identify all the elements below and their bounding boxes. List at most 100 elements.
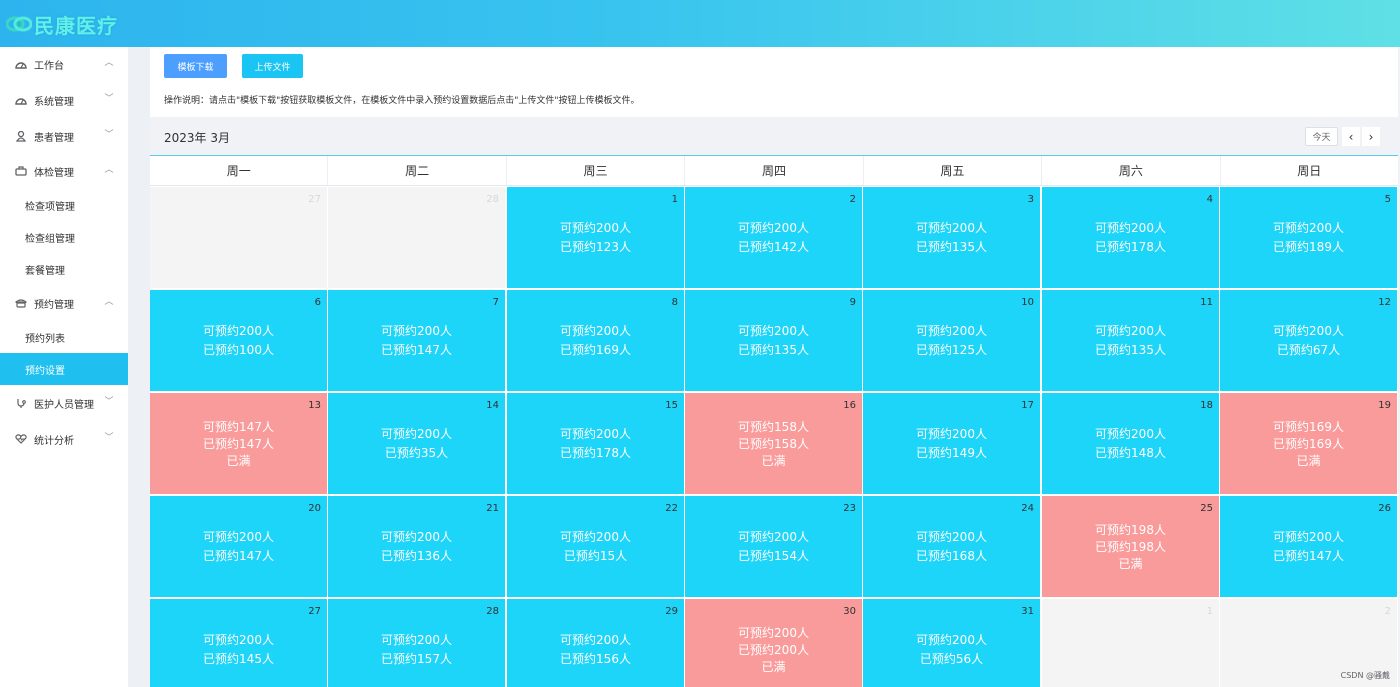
day-capacity-text: 可预约200人 [381, 324, 452, 338]
day-booked-text: 已预约100人 [203, 343, 274, 357]
calendar-day-cell[interactable]: 18 可预约200人 已预约148人 [1042, 393, 1220, 495]
calendar-day-cell[interactable]: 14 可预约200人 已预约35人 [328, 393, 506, 495]
calendar-day-cell[interactable]: 16 可预约158人 已预约158人 已满 [685, 393, 863, 495]
day-number: 11 [1200, 297, 1213, 308]
sidebar-item-statistics[interactable]: 统计分析 ﹀ [0, 423, 128, 455]
calendar-day-cell[interactable]: 11 可预约200人 已预约135人 [1042, 290, 1220, 392]
day-capacity-text: 可预约200人 [560, 324, 631, 338]
prev-month-button[interactable]: ‹ [1342, 127, 1360, 146]
calendar-day-cell[interactable]: 6 可预约200人 已预约100人 [150, 290, 328, 392]
chevron-down-icon: ﹀ [104, 433, 114, 443]
sidebar-item-label: 预约管理 [34, 299, 74, 311]
calendar-day-cell[interactable]: 7 可预约200人 已预约147人 [328, 290, 506, 392]
sidebar-subitem-check-items[interactable]: 检查项管理 [0, 189, 128, 221]
day-capacity-text: 可预约200人 [916, 530, 987, 544]
calendar-day-cell[interactable]: 28可预约200人已预约157人设置 [328, 599, 506, 687]
day-number: 30 [843, 606, 856, 617]
day-number: 2 [1384, 606, 1391, 617]
today-button[interactable]: 今天 [1305, 127, 1338, 146]
day-number: 28 [486, 606, 499, 617]
calendar-day-cell[interactable]: 25 可预约198人 已预约198人 已满 [1042, 496, 1220, 598]
sidebar-subitem-packages[interactable]: 套餐管理 [0, 253, 128, 285]
calendar-day-cell[interactable]: 20 可预约200人 已预约147人 [150, 496, 328, 598]
day-capacity-text: 可预约200人 [738, 626, 809, 640]
calendar-day-cell[interactable]: 27 [150, 187, 328, 289]
calendar-day-cell[interactable]: 17 可预约200人 已预约149人 [863, 393, 1041, 495]
calendar-day-cell[interactable]: 13 可预约147人 已预约147人 已满 [150, 393, 328, 495]
calendar-day-cell[interactable]: 10 可预约200人 已预约125人 [863, 290, 1041, 392]
upload-file-button[interactable]: 上传文件 [242, 54, 303, 78]
calendar-day-cell[interactable]: 5 可预约200人 已预约189人 [1220, 187, 1398, 289]
sidebar-item-medical-staff[interactable]: 医护人员管理 ﹀ [0, 387, 128, 419]
weekday-label: 周日 [1297, 164, 1322, 178]
day-reservation-info: 可预约200人 已预约123人 [507, 219, 684, 257]
day-reservation-info: 可预约200人 已预约136人 [328, 528, 505, 566]
calendar-day-cell[interactable]: 19 可预约169人 已预约169人 已满 [1220, 393, 1398, 495]
next-month-button[interactable]: › [1362, 127, 1380, 146]
day-number: 21 [486, 503, 499, 514]
calendar-day-cell[interactable]: 28 [328, 187, 506, 289]
day-booked-text: 已预约67人 [1276, 343, 1341, 357]
day-number: 7 [492, 297, 499, 308]
app-logo[interactable]: 民康医疗 [5, 10, 118, 38]
calendar-day-cell[interactable]: 29可预约200人已预约156人设置 [507, 599, 685, 687]
template-download-button[interactable]: 模板下载 [164, 54, 227, 78]
day-reservation-info: 可预约200人 已预约147人 [150, 528, 327, 566]
dashboard-icon [15, 94, 27, 106]
calendar-day-cell[interactable]: 26 可预约200人 已预约147人 [1220, 496, 1398, 598]
day-capacity-text: 可预约200人 [1095, 427, 1166, 441]
calendar-day-cell[interactable]: 12 可预约200人 已预约67人 [1220, 290, 1398, 392]
sidebar-subitem-reservation-list[interactable]: 预约列表 [0, 321, 128, 353]
calendar-day-cell[interactable]: 1 [1042, 599, 1220, 687]
phone-icon [15, 297, 27, 309]
calendar-day-cell[interactable]: 30可预约200人已预约200人已满设置 [685, 599, 863, 687]
calendar-day-cell[interactable]: 27可预约200人已预约145人设置 [150, 599, 328, 687]
reservation-calendar: 周一 周二 周三 周四 周五 周六 周日 27 28 1 可预约200人 已预约123人 2 可预约20… [150, 155, 1398, 687]
day-number: 18 [1200, 400, 1213, 411]
calendar-day-cell[interactable]: 23 可预约200人 已预约154人 [685, 496, 863, 598]
calendar-day-cell[interactable]: 9 可预约200人 已预约135人 [685, 290, 863, 392]
day-reservation-info: 可预约200人 已预约56人 [863, 631, 1040, 669]
day-number: 14 [486, 400, 499, 411]
day-number: 2 [849, 194, 856, 205]
weekday-label: 周五 [864, 156, 1043, 185]
calendar-day-cell[interactable]: 3 可预约200人 已预约135人 [863, 187, 1041, 289]
weekday-label: 周四 [685, 156, 864, 185]
day-capacity-text: 可预约200人 [1273, 221, 1344, 235]
day-status-text: 已满 [226, 454, 251, 468]
chevron-down-icon: ﹀ [104, 94, 114, 104]
calendar-day-cell[interactable]: 31可预约200人已预约56人设置 [863, 599, 1041, 687]
calendar-day-cell[interactable]: 4 可预约200人 已预约178人 [1042, 187, 1220, 289]
calendar-day-cell[interactable]: 24 可预约200人 已预约168人 [863, 496, 1041, 598]
day-reservation-info: 可预约200人 已预约148人 [1042, 425, 1219, 463]
day-number: 10 [1021, 297, 1034, 308]
sidebar-item-checkup[interactable]: 体检管理 ︿ [0, 155, 128, 187]
day-reservation-info: 可预约200人 已预约149人 [863, 425, 1040, 463]
day-booked-text: 已预约168人 [916, 549, 987, 563]
sidebar-item-label: 统计分析 [34, 435, 74, 447]
calendar-day-cell[interactable]: 15 可预约200人 已预约178人 [507, 393, 685, 495]
weekday-header: 周一 周二 周三 周四 周五 周六 周日 [150, 156, 1398, 186]
calendar-day-cell[interactable]: 22 可预约200人 已预约15人 [507, 496, 685, 598]
chevron-up-icon: ︿ [104, 165, 114, 175]
day-number: 15 [665, 400, 678, 411]
calendar-day-cell[interactable]: 2 可预约200人 已预约142人 [685, 187, 863, 289]
sidebar-subitem-check-groups[interactable]: 检查组管理 [0, 221, 128, 253]
sidebar-subitem-reservation-settings[interactable]: 预约设置 [0, 353, 128, 385]
day-capacity-text: 可预约200人 [1095, 221, 1166, 235]
sidebar-item-system[interactable]: 系统管理 ﹀ [0, 84, 128, 116]
day-reservation-info: 可预约169人 已预约169人 已满 [1220, 419, 1397, 470]
calendar-day-cell[interactable]: 21 可预约200人 已预约136人 [328, 496, 506, 598]
upload-panel: 模板下载 上传文件 操作说明：请点击"模板下载"按钮获取模板文件，在模板文件中录… [150, 47, 1398, 117]
sidebar-item-reservations[interactable]: 预约管理 ︿ [0, 287, 128, 319]
day-capacity-text: 可预约200人 [560, 633, 631, 647]
sidebar-item-patients[interactable]: 患者管理 ﹀ [0, 120, 128, 152]
sidebar-item-workbench[interactable]: 工作台 ︿ [0, 48, 128, 80]
day-number: 19 [1378, 400, 1391, 411]
day-reservation-info: 可预约200人 已预约200人 已满 [685, 625, 862, 676]
day-number: 13 [308, 400, 321, 411]
day-capacity-text: 可预约200人 [560, 221, 631, 235]
leaf-logo-icon [5, 12, 33, 36]
calendar-day-cell[interactable]: 1 可预约200人 已预约123人 [507, 187, 685, 289]
calendar-day-cell[interactable]: 8 可预约200人 已预约169人 [507, 290, 685, 392]
